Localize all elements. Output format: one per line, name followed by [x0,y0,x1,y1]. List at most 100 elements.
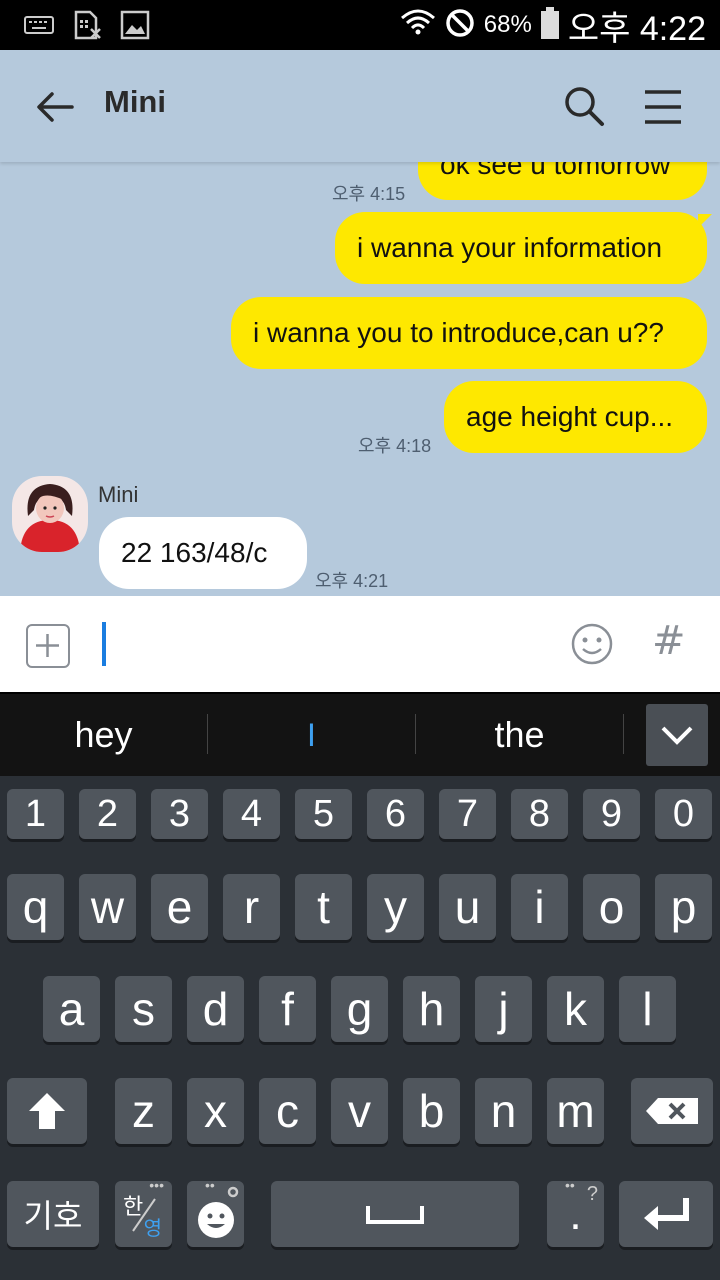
key-s[interactable]: s [115,976,172,1042]
key-t[interactable]: t [295,874,352,940]
enter-icon [644,1198,689,1230]
no-sim-icon [70,8,104,42]
key-v[interactable]: v [331,1078,388,1144]
chat-header: Mini [0,50,720,162]
clock: 오후 4:22 [567,9,706,48]
wifi-icon [400,7,436,43]
hashtag-button[interactable]: # [652,618,686,664]
suggestion-item[interactable]: hey [0,694,207,776]
message-text: age height cup... [466,401,674,432]
message-input[interactable] [100,614,540,674]
key-n[interactable]: n [475,1078,532,1144]
search-button[interactable] [560,82,608,130]
key-l[interactable]: l [619,976,676,1042]
emoticon-icon [571,623,613,665]
sender-name: Mini [98,482,139,507]
chat-title: Mini [104,84,166,119]
key-0[interactable]: 0 [655,789,712,839]
key-f[interactable]: f [259,976,316,1042]
key-i[interactable]: i [511,874,568,940]
key-r[interactable]: r [223,874,280,940]
key-c[interactable]: c [259,1078,316,1144]
battery-icon [540,6,560,44]
key-7[interactable]: 7 [439,789,496,839]
key-z[interactable]: z [115,1078,172,1144]
space-key[interactable] [271,1181,519,1247]
message-bubble-sent[interactable]: i wanna you to introduce,can u?? [231,297,707,369]
space-icon [366,1206,424,1224]
shift-icon [29,1093,65,1129]
keyboard: 1 2 3 4 5 6 7 8 9 0 q w e r t y u i o p … [0,776,720,1280]
key-k[interactable]: k [547,976,604,1042]
suggestion-item[interactable]: the [416,694,623,776]
key-q[interactable]: q [7,874,64,940]
menu-button[interactable] [640,84,686,130]
message-bubble-received[interactable]: 22 163/48/c [99,517,307,589]
message-bubble-sent[interactable]: ok see u tomorrow [418,162,707,200]
dots-indicator: •• [565,1177,575,1193]
key-w[interactable]: w [79,874,136,940]
plus-icon [36,634,59,657]
settings-icon [227,1186,239,1198]
key-6[interactable]: 6 [367,789,424,839]
emoticon-button[interactable] [570,622,614,666]
key-9[interactable]: 9 [583,789,640,839]
message-bubble-sent[interactable]: age height cup... [444,381,707,453]
do-not-disturb-icon [444,7,476,43]
key-3[interactable]: 3 [151,789,208,839]
message-text: i wanna your information [357,232,663,263]
key-h[interactable]: h [403,976,460,1042]
key-y[interactable]: y [367,874,424,940]
back-arrow-icon [37,92,74,122]
collapse-suggestions-button[interactable] [646,704,708,766]
key-j[interactable]: j [475,976,532,1042]
key-5[interactable]: 5 [295,789,352,839]
key-m[interactable]: m [547,1078,604,1144]
key-1[interactable]: 1 [7,789,64,839]
key-d[interactable]: d [187,976,244,1042]
menu-icon [645,90,681,124]
smiley-icon [197,1202,234,1238]
message-bubble-sent[interactable]: i wanna your information [335,212,707,284]
key-p[interactable]: p [655,874,712,940]
chevron-down-icon [661,726,693,745]
suggestion-bar: hey I the [0,694,720,776]
backspace-icon [646,1098,698,1124]
battery-percent: 68% [483,11,532,38]
key-e[interactable]: e [151,874,208,940]
message-text: i wanna you to introduce,can u?? [253,317,664,348]
message-list[interactable]: ok see u tomorrow 오후 4:15 i wanna your i… [0,162,720,596]
message-timestamp: 오후 4:21 [315,571,389,591]
suggestion-item[interactable]: I [208,694,415,776]
dots-indicator: •• [205,1177,215,1193]
keyboard-icon [22,8,56,42]
message-text: 22 163/48/c [121,537,268,568]
key-a[interactable]: a [43,976,100,1042]
period-key[interactable]: •• ? . [547,1177,604,1247]
key-2[interactable]: 2 [79,789,136,839]
message-timestamp: 오후 4:15 [332,184,406,204]
key-g[interactable]: g [331,976,388,1042]
attach-button[interactable] [26,624,70,668]
divider [623,714,624,754]
symbols-key[interactable]: 기호 [7,1181,99,1247]
back-button[interactable] [30,82,80,132]
message-text: ok see u tomorrow [440,162,671,180]
avatar[interactable] [12,476,88,552]
message-timestamp: 오후 4:18 [358,436,432,456]
key-x[interactable]: x [187,1078,244,1144]
key-4[interactable]: 4 [223,789,280,839]
image-icon [118,8,152,42]
shift-key[interactable] [7,1078,87,1144]
status-bar: 68% 오후 4:22 [0,0,720,50]
key-8[interactable]: 8 [511,789,568,839]
emoji-key[interactable]: •• [187,1177,244,1247]
key-b[interactable]: b [403,1078,460,1144]
search-icon [565,87,604,126]
backspace-key[interactable] [631,1078,713,1144]
language-key[interactable]: ••• 한 영 [115,1177,172,1247]
key-u[interactable]: u [439,874,496,940]
key-o[interactable]: o [583,874,640,940]
message-input-bar: # [0,596,720,692]
enter-key[interactable] [619,1181,713,1247]
